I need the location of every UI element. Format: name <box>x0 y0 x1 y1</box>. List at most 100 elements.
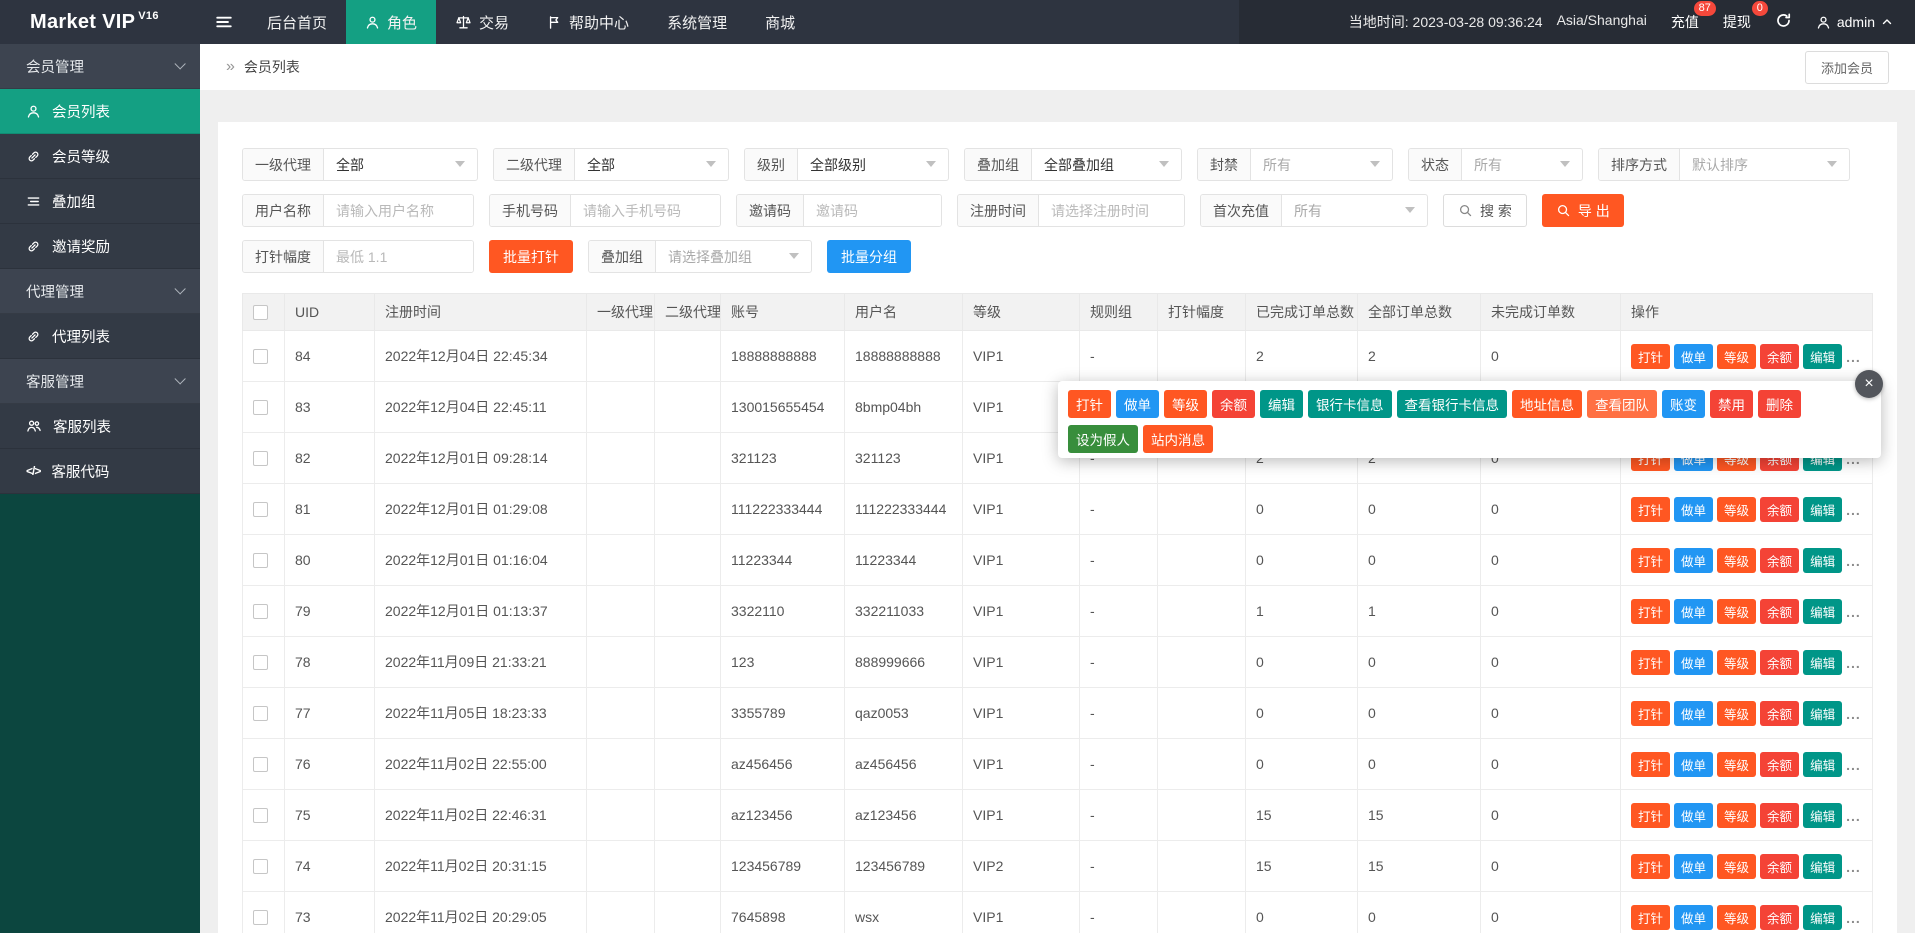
more-actions-button[interactable]: ... <box>1846 553 1861 569</box>
nav-item-help-center[interactable]: 帮助中心 <box>528 0 648 44</box>
filter-input-field[interactable]: 手机号码 <box>489 194 721 227</box>
action-button[interactable]: 做单 <box>1674 650 1713 675</box>
action-button[interactable]: 打针 <box>1631 854 1670 879</box>
action-button[interactable]: 打针 <box>1631 497 1670 522</box>
action-button[interactable]: 编辑 <box>1803 701 1842 726</box>
action-button[interactable]: 等级 <box>1164 390 1207 418</box>
sidebar-item-stack-group[interactable]: 叠加组 <box>0 179 200 224</box>
filter-input-field[interactable]: 注册时间 <box>957 194 1185 227</box>
sidebar-item-agent-list[interactable]: 代理列表 <box>0 314 200 359</box>
action-button[interactable]: 余额 <box>1760 905 1799 930</box>
action-button[interactable]: 查看团队 <box>1587 390 1657 418</box>
action-button[interactable]: 等级 <box>1717 701 1756 726</box>
action-button[interactable]: 编辑 <box>1803 752 1842 777</box>
action-button[interactable]: 删除 <box>1758 390 1801 418</box>
action-button[interactable]: 等级 <box>1717 803 1756 828</box>
user-menu[interactable]: admin <box>1816 14 1893 30</box>
refresh-button[interactable] <box>1775 12 1792 32</box>
row-checkbox[interactable] <box>253 706 268 721</box>
row-checkbox[interactable] <box>253 655 268 670</box>
action-button[interactable]: 余额 <box>1760 701 1799 726</box>
filter-select[interactable]: 叠加组 全部叠加组 <box>964 148 1182 181</box>
action-button[interactable]: 等级 <box>1717 752 1756 777</box>
nav-item-dashboard[interactable]: 后台首页 <box>248 0 346 44</box>
action-button[interactable]: 做单 <box>1674 803 1713 828</box>
filter-text-input[interactable] <box>1039 195 1184 226</box>
action-button[interactable]: 编辑 <box>1803 854 1842 879</box>
action-button[interactable]: 等级 <box>1717 497 1756 522</box>
action-button[interactable]: 编辑 <box>1803 650 1842 675</box>
action-button[interactable]: 禁用 <box>1710 390 1753 418</box>
sidebar-item-invite-reward[interactable]: 邀请奖励 <box>0 224 200 269</box>
needle-range-input[interactable] <box>324 241 473 272</box>
action-button[interactable]: 打针 <box>1631 752 1670 777</box>
add-member-button[interactable]: 添加会员 <box>1805 51 1889 84</box>
filter-input-field[interactable]: 邀请码 <box>736 194 942 227</box>
action-button[interactable]: 等级 <box>1717 650 1756 675</box>
sidebar-group-member-management[interactable]: 会员管理 <box>0 44 200 89</box>
nav-item-roles[interactable]: 角色 <box>346 0 436 44</box>
action-button[interactable]: 地址信息 <box>1512 390 1582 418</box>
action-button[interactable]: 编辑 <box>1803 905 1842 930</box>
row-checkbox[interactable] <box>253 604 268 619</box>
batch-group-button[interactable]: 批量分组 <box>827 240 911 273</box>
action-button[interactable]: 编辑 <box>1803 548 1842 573</box>
nav-item-system[interactable]: 系统管理 <box>648 0 746 44</box>
action-button[interactable]: 余额 <box>1760 854 1799 879</box>
action-button[interactable]: 做单 <box>1116 390 1159 418</box>
action-button[interactable]: 做单 <box>1674 497 1713 522</box>
filter-select[interactable]: 级别 全部级别 <box>744 148 949 181</box>
action-button[interactable]: 打针 <box>1631 344 1670 369</box>
action-button[interactable]: 编辑 <box>1803 599 1842 624</box>
sidebar-item-service-list[interactable]: 客服列表 <box>0 404 200 449</box>
action-button[interactable]: 编辑 <box>1803 344 1842 369</box>
filter-input-field[interactable]: 用户名称 <box>242 194 474 227</box>
action-button[interactable]: 编辑 <box>1260 390 1303 418</box>
action-button[interactable]: 等级 <box>1717 599 1756 624</box>
row-checkbox[interactable] <box>253 859 268 874</box>
more-actions-button[interactable]: ... <box>1846 655 1861 671</box>
search-button[interactable]: 搜 索 <box>1443 194 1527 227</box>
action-button[interactable]: 余额 <box>1760 650 1799 675</box>
action-button[interactable]: 打针 <box>1631 905 1670 930</box>
popup-close-button[interactable]: × <box>1855 370 1883 398</box>
action-button[interactable]: 余额 <box>1760 599 1799 624</box>
action-button[interactable]: 等级 <box>1717 905 1756 930</box>
withdraw-button[interactable]: 提现 0 <box>1723 12 1751 32</box>
first-charge-select[interactable]: 首次充值 所有 <box>1200 194 1428 227</box>
action-button[interactable]: 打针 <box>1068 390 1111 418</box>
sidebar-item-member-list[interactable]: 会员列表 <box>0 89 200 134</box>
action-button[interactable]: 打针 <box>1631 599 1670 624</box>
stack-group-select[interactable]: 叠加组 请选择叠加组 <box>588 240 812 273</box>
more-actions-button[interactable]: ... <box>1846 757 1861 773</box>
filter-select[interactable]: 一级代理 全部 <box>242 148 478 181</box>
sidebar-group-agent-management[interactable]: 代理管理 <box>0 269 200 314</box>
action-button[interactable]: 等级 <box>1717 548 1756 573</box>
filter-select[interactable]: 排序方式 默认排序 <box>1598 148 1850 181</box>
row-checkbox[interactable] <box>253 451 268 466</box>
filter-select[interactable]: 状态 所有 <box>1408 148 1583 181</box>
more-actions-button[interactable]: ... <box>1846 808 1861 824</box>
action-button[interactable]: 查看银行卡信息 <box>1397 390 1508 418</box>
action-button[interactable]: 余额 <box>1760 752 1799 777</box>
action-button[interactable]: 设为假人 <box>1068 425 1138 453</box>
sidebar-toggle-button[interactable] <box>200 0 248 44</box>
more-actions-button[interactable]: ... <box>1846 706 1861 722</box>
nav-item-mall[interactable]: 商城 <box>746 0 814 44</box>
action-button[interactable]: 余额 <box>1212 390 1255 418</box>
filter-select[interactable]: 二级代理 全部 <box>493 148 729 181</box>
sidebar-item-service-code[interactable]: </> 客服代码 <box>0 449 200 494</box>
action-button[interactable]: 余额 <box>1760 548 1799 573</box>
action-button[interactable]: 做单 <box>1674 752 1713 777</box>
action-button[interactable]: 余额 <box>1760 344 1799 369</box>
action-button[interactable]: 余额 <box>1760 803 1799 828</box>
action-button[interactable]: 编辑 <box>1803 803 1842 828</box>
action-button[interactable]: 做单 <box>1674 854 1713 879</box>
export-button[interactable]: 导 出 <box>1542 194 1624 227</box>
row-checkbox[interactable] <box>253 808 268 823</box>
filter-text-input[interactable] <box>324 195 473 226</box>
action-button[interactable]: 打针 <box>1631 650 1670 675</box>
action-button[interactable]: 余额 <box>1760 497 1799 522</box>
filter-text-input[interactable] <box>571 195 720 226</box>
row-checkbox[interactable] <box>253 910 268 925</box>
